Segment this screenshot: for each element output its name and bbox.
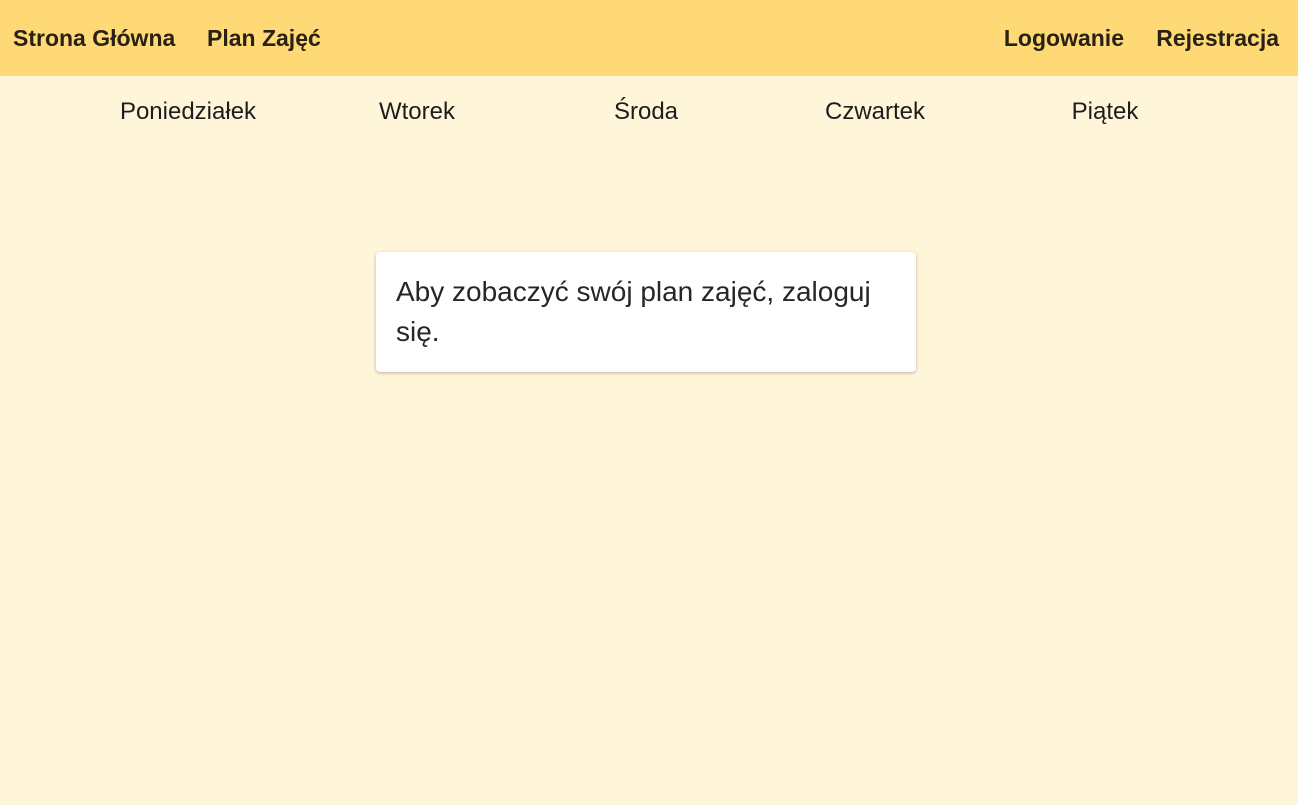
login-required-card: Aby zobaczyć swój plan zajęć, zaloguj si… [376,252,916,372]
nav-link-login[interactable]: Logowanie [1004,22,1124,54]
nav-link-schedule[interactable]: Plan Zajęć [207,22,321,54]
weekday-tabs: Poniedziałek Wtorek Środa Czwartek Piąte… [0,94,1298,130]
nav-link-register[interactable]: Rejestracja [1156,22,1279,54]
login-required-message: Aby zobaczyć swój plan zajęć, zaloguj si… [396,276,871,347]
weekday-tab-wednesday[interactable]: Środa [546,94,746,130]
weekday-tab-monday[interactable]: Poniedziałek [88,94,288,130]
nav-link-home[interactable]: Strona Główna [13,22,175,54]
top-navigation-bar: Strona Główna Plan Zajęć Logowanie Rejes… [0,0,1298,76]
weekday-tab-friday[interactable]: Piątek [1005,94,1205,130]
weekday-tab-thursday[interactable]: Czwartek [775,94,975,130]
weekday-tab-tuesday[interactable]: Wtorek [317,94,517,130]
